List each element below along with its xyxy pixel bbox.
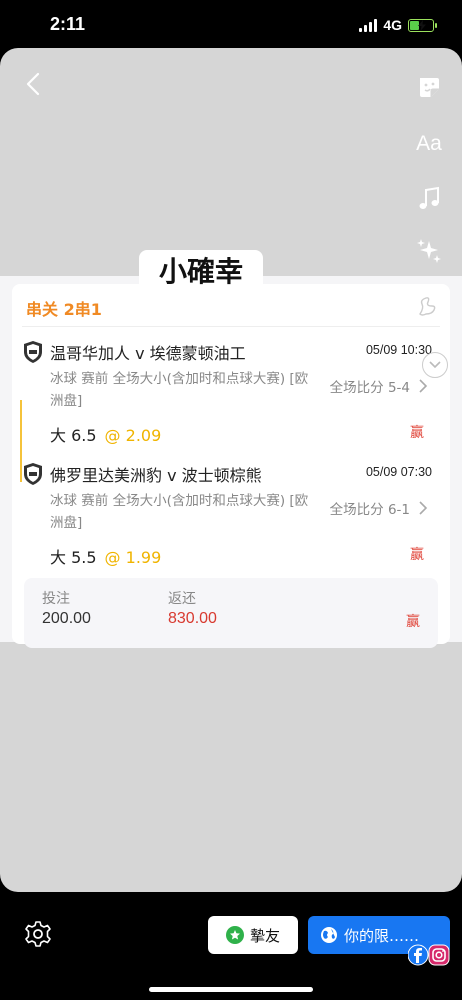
match-teams: 佛罗里达美洲豹 v 波士顿棕熊 bbox=[50, 466, 262, 485]
bet-pick: 大 5.5 @ 1.99 bbox=[50, 544, 161, 568]
globe-icon bbox=[321, 927, 337, 943]
stake-value: 200.00 bbox=[42, 610, 91, 627]
home-indicator bbox=[149, 987, 313, 992]
signal-icon bbox=[359, 18, 378, 32]
nhl-logo-icon bbox=[24, 463, 42, 485]
expand-button[interactable] bbox=[422, 352, 448, 378]
stake-label: 投注 bbox=[42, 591, 70, 607]
close-friends-button[interactable]: 摯友 bbox=[208, 916, 298, 954]
match-item: 佛罗里达美洲豹 v 波士顿棕熊 05/09 07:30 冰球 赛前 全场大小(含… bbox=[22, 462, 440, 572]
header-divider bbox=[22, 326, 440, 327]
status-bar: 2:11 4G bbox=[0, 0, 462, 48]
pick-odds: @ 1.99 bbox=[104, 548, 162, 567]
dragon-logo-icon bbox=[419, 297, 436, 316]
star-icon bbox=[225, 926, 244, 944]
match-item: 温哥华加人 v 埃德蒙顿油工 05/09 10:30 冰球 赛前 全场大小(含加… bbox=[22, 340, 440, 450]
status-time: 2:11 bbox=[50, 14, 86, 34]
match-connector-line bbox=[20, 400, 22, 482]
chevron-left-icon bbox=[26, 72, 40, 96]
market-description: 冰球 赛前 全场大小(含加时和点球大赛) [欧洲盘] bbox=[50, 371, 309, 409]
match-time: 05/09 10:30 bbox=[365, 343, 432, 357]
music-button[interactable] bbox=[414, 184, 444, 214]
your-story-label: 你的限…… bbox=[344, 926, 420, 945]
match-result: 赢 bbox=[410, 547, 424, 563]
pick-selection: 大 5.5 bbox=[50, 548, 97, 567]
battery-icon bbox=[408, 18, 437, 32]
chevron-right-icon[interactable] bbox=[418, 378, 428, 394]
status-indicators: 4G bbox=[359, 17, 437, 33]
sticker-icon bbox=[420, 78, 439, 97]
final-score: 全场比分 5-4 bbox=[329, 380, 410, 396]
match-result: 赢 bbox=[410, 425, 424, 441]
chevron-down-icon bbox=[429, 361, 441, 369]
settings-button[interactable] bbox=[24, 920, 52, 948]
match-time: 05/09 07:30 bbox=[365, 465, 432, 479]
music-note-icon bbox=[419, 186, 439, 209]
parlay-type: 串关 2串1 bbox=[26, 300, 102, 319]
text-tool-button[interactable]: Aa bbox=[414, 129, 444, 159]
chevron-right-icon[interactable] bbox=[418, 500, 428, 516]
effects-button[interactable] bbox=[414, 236, 444, 266]
market-description: 冰球 赛前 全场大小(含加时和点球大赛) [欧洲盘] bbox=[50, 493, 309, 531]
match-teams: 温哥华加人 v 埃德蒙顿油工 bbox=[50, 344, 246, 363]
pick-selection: 大 6.5 bbox=[50, 426, 97, 445]
gear-icon bbox=[25, 921, 51, 947]
back-button[interactable] bbox=[22, 70, 46, 98]
return-value: 830.00 bbox=[168, 610, 217, 627]
sparkles-icon bbox=[417, 239, 441, 263]
share-bar: 摯友 你的限…… bbox=[0, 892, 462, 1000]
bet-result: 赢 bbox=[406, 614, 420, 630]
sticker-button[interactable] bbox=[414, 72, 444, 102]
close-friends-label: 摯友 bbox=[249, 926, 280, 945]
facebook-instagram-icon bbox=[408, 944, 450, 966]
return-label: 返还 bbox=[168, 591, 196, 607]
bet-pick: 大 6.5 @ 2.09 bbox=[50, 422, 161, 446]
network-type: 4G bbox=[383, 17, 402, 33]
story-editor-canvas: Aa 串关 2串1 温哥华加人 v 埃德蒙顿油工 05/09 10:30 冰球 … bbox=[0, 48, 462, 892]
nhl-logo-icon bbox=[24, 341, 42, 363]
final-score: 全场比分 6-1 bbox=[329, 502, 410, 518]
pick-odds: @ 2.09 bbox=[104, 426, 162, 445]
bet-summary: 投注 200.00 返还 830.00 赢 bbox=[24, 578, 438, 648]
caption-text[interactable]: 小確幸 bbox=[139, 250, 263, 294]
